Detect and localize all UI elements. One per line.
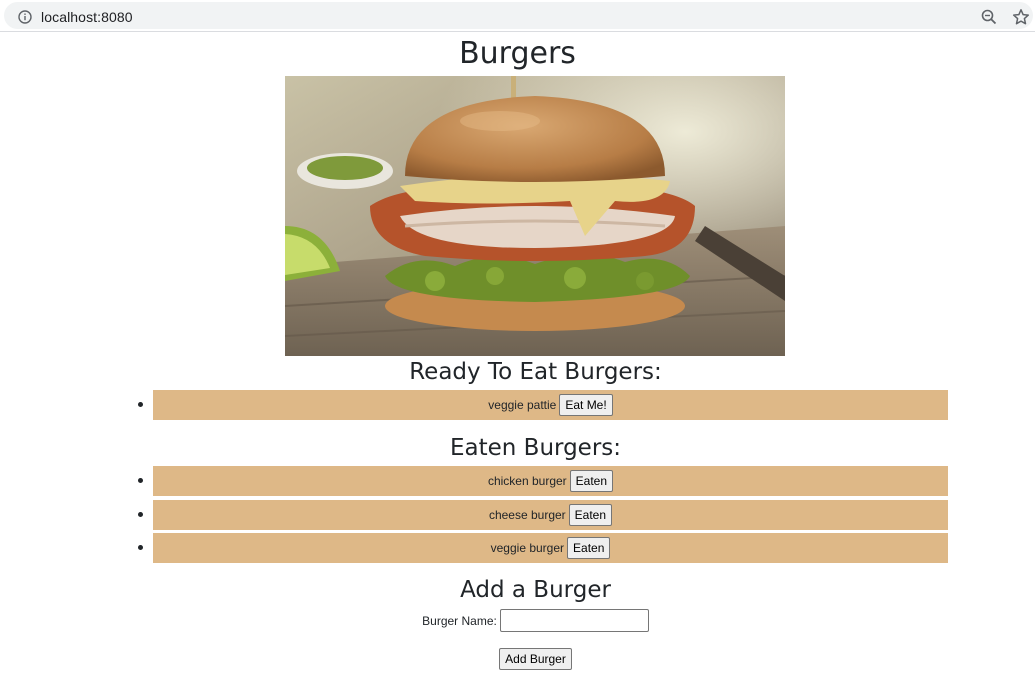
burger-name: cheese burger (488, 508, 566, 522)
bullet (138, 512, 143, 517)
bullet (138, 402, 143, 407)
list-item: veggie pattie Eat Me! (138, 390, 948, 420)
add-burger-form: Burger Name: (0, 609, 1035, 632)
info-icon[interactable] (18, 10, 32, 24)
add-burger-heading: Add a Burger (460, 577, 611, 603)
bookmark-star-icon[interactable] (1012, 8, 1030, 26)
address-bar[interactable]: localhost:8080 (4, 2, 1033, 29)
list-item: cheese burger Eaten (138, 500, 948, 530)
page-title: Burgers (459, 36, 576, 71)
submit-row: Add Burger (0, 648, 1035, 670)
url-text[interactable]: localhost:8080 (41, 9, 133, 25)
burger-name: veggie burger (490, 541, 565, 555)
eaten-button[interactable]: Eaten (567, 537, 611, 559)
eat-me-button[interactable]: Eat Me! (559, 394, 613, 416)
burger-name: chicken burger (487, 474, 567, 488)
browser-toolbar: localhost:8080 (0, 0, 1035, 32)
burger-photo (285, 76, 785, 356)
eaten-heading: Eaten Burgers: (449, 435, 622, 461)
zoom-out-icon[interactable] (981, 9, 997, 25)
eaten-button[interactable]: Eaten (568, 504, 613, 526)
add-burger-button[interactable]: Add Burger (499, 648, 572, 670)
eaten-button[interactable]: Eaten (569, 470, 614, 492)
burger-name-label: Burger Name: (422, 613, 497, 628)
list-item: veggie burger Eaten (138, 533, 948, 563)
bullet (138, 545, 143, 550)
bullet (138, 478, 143, 483)
ready-heading: Ready To Eat Burgers: (409, 359, 662, 385)
burger-name: veggie pattie (488, 398, 557, 412)
list-item: chicken burger Eaten (138, 466, 948, 496)
burger-name-input[interactable] (499, 609, 649, 632)
